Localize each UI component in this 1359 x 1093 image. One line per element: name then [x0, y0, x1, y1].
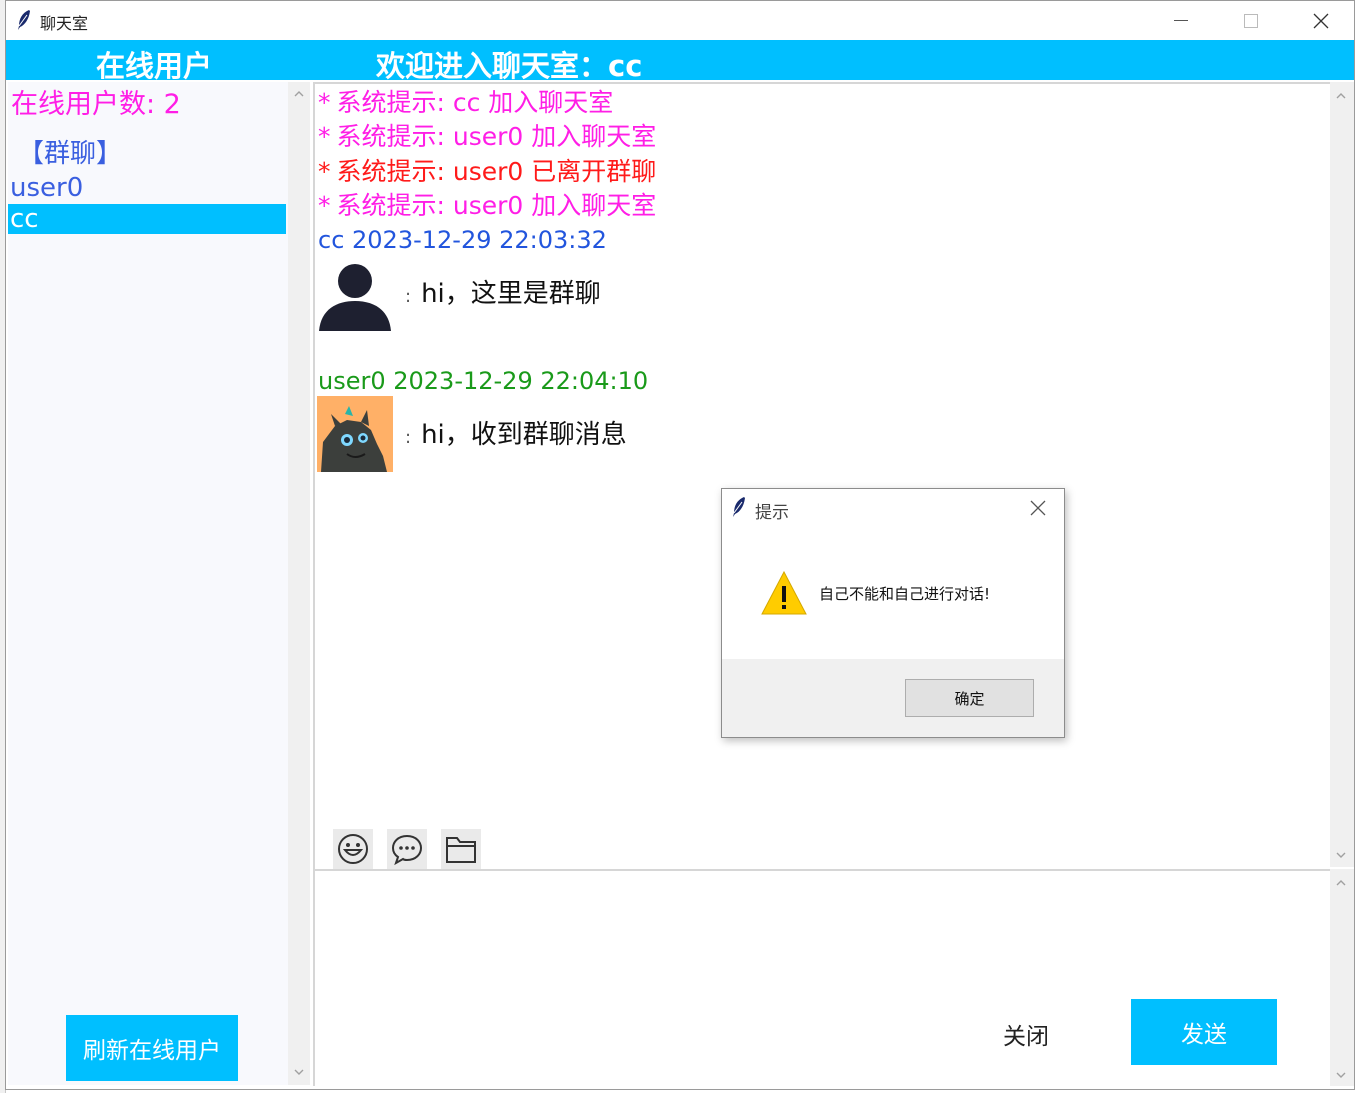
online-count: 在线用户数: 2 — [11, 89, 181, 120]
message-header: user0 2023-12-29 22:04:10 — [318, 367, 649, 395]
close-icon[interactable] — [1027, 497, 1049, 519]
chat-window: 聊天室 在线用户 欢迎进入聊天室：cc 在线用户数: 2 【群聊】 user0 … — [5, 0, 1355, 1090]
system-message: * 系统提示: cc 加入聊天室 — [318, 88, 614, 117]
refresh-users-button[interactable]: 刷新在线用户 — [66, 1015, 238, 1081]
user-list-item-group-chat[interactable]: 【群聊】 — [16, 139, 216, 169]
emoji-icon — [338, 834, 368, 864]
chat-scrollbar[interactable] — [1330, 82, 1354, 867]
close-icon — [1313, 13, 1329, 28]
warning-icon — [761, 570, 807, 615]
scroll-down-icon[interactable] — [293, 1066, 305, 1078]
dialog-footer: 确定 — [722, 659, 1064, 737]
person-silhouette-icon — [317, 255, 393, 331]
input-scrollbar[interactable] — [1330, 869, 1354, 1086]
dialog-body: 自己不能和自己进行对话! — [722, 527, 1064, 659]
close-button[interactable]: 关闭 — [986, 1014, 1066, 1054]
maximize-icon — [1244, 13, 1258, 28]
maximize-button[interactable] — [1216, 1, 1286, 40]
dialog-message: 自己不能和自己进行对话! — [819, 585, 991, 603]
dialog-title: 提示 — [755, 503, 789, 523]
folder-button[interactable] — [441, 829, 481, 869]
welcome-title: 欢迎进入聊天室：cc — [376, 49, 643, 83]
online-users-title: 在线用户 — [96, 49, 213, 83]
feather-icon — [18, 10, 30, 30]
message-toolbar — [313, 827, 1330, 869]
user-list-scrollbar[interactable] — [288, 82, 310, 1085]
message-text: : hi，收到群聊消息 — [405, 420, 627, 450]
scroll-down-icon[interactable] — [1335, 1069, 1347, 1081]
chat-bubble-icon — [391, 834, 423, 866]
user-list-item-user0[interactable]: user0 — [8, 173, 286, 203]
title-bar: 聊天室 — [6, 1, 1354, 40]
online-user-list: 在线用户数: 2 【群聊】 user0 cc 刷新在线用户 — [8, 82, 288, 1085]
alert-dialog: 提示 自己不能和自己进行对话! 确定 — [721, 488, 1065, 738]
system-message: * 系统提示: user0 加入聊天室 — [318, 191, 657, 220]
minimize-button[interactable] — [1146, 1, 1216, 40]
dragon-cartoon-icon — [317, 396, 393, 472]
message-text: : hi，这里是群聊 — [405, 279, 601, 309]
close-window-button[interactable] — [1286, 1, 1356, 40]
ok-button[interactable]: 确定 — [905, 679, 1034, 717]
folder-icon — [446, 837, 476, 863]
scroll-down-icon[interactable] — [1335, 849, 1347, 861]
system-message: * 系统提示: user0 已离开群聊 — [318, 157, 657, 186]
header-band: 在线用户 欢迎进入聊天室：cc — [6, 40, 1354, 83]
scroll-up-icon[interactable] — [293, 88, 305, 100]
send-button[interactable]: 发送 — [1131, 999, 1277, 1065]
scroll-up-icon[interactable] — [1335, 877, 1347, 889]
avatar — [317, 255, 393, 331]
system-message: * 系统提示: user0 加入聊天室 — [318, 122, 657, 151]
user-list-item-cc[interactable]: cc — [8, 204, 286, 234]
minimize-icon — [1174, 20, 1188, 21]
feather-icon — [733, 497, 745, 517]
avatar — [317, 396, 393, 472]
scroll-up-icon[interactable] — [1335, 90, 1347, 102]
window-title: 聊天室 — [40, 14, 89, 33]
message-header: cc 2023-12-29 22:03:32 — [318, 226, 607, 254]
emoji-button[interactable] — [333, 829, 373, 869]
chat-bubble-button[interactable] — [387, 829, 427, 869]
